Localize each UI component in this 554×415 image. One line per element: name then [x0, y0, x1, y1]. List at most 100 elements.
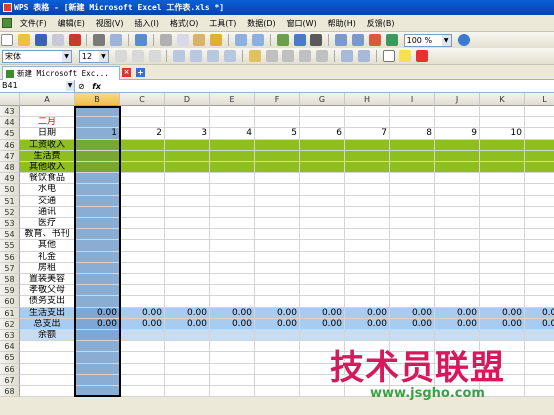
cell[interactable]: [300, 285, 345, 297]
cell[interactable]: [525, 218, 554, 230]
cell[interactable]: [300, 117, 345, 129]
cell[interactable]: [210, 330, 255, 342]
cell[interactable]: [435, 139, 480, 151]
cell[interactable]: 0.00: [390, 318, 435, 330]
cell[interactable]: [165, 150, 210, 162]
row-label-cell[interactable]: [20, 352, 75, 364]
cell[interactable]: [255, 330, 300, 342]
cell[interactable]: [165, 206, 210, 218]
cell[interactable]: [165, 285, 210, 297]
cell[interactable]: [120, 262, 165, 274]
row-label-cell[interactable]: 日期: [20, 128, 75, 140]
menu-app-icon[interactable]: [2, 18, 12, 28]
cell[interactable]: [435, 184, 480, 196]
cell[interactable]: 0.00: [255, 307, 300, 319]
align-left-icon[interactable]: [173, 50, 186, 62]
cell[interactable]: [345, 195, 390, 207]
column-header-c[interactable]: C: [120, 93, 165, 106]
row-header[interactable]: 66: [0, 363, 20, 375]
cell[interactable]: [390, 218, 435, 230]
cell[interactable]: [165, 274, 210, 286]
row-header[interactable]: 64: [0, 341, 20, 353]
decrease-indent-icon[interactable]: [340, 50, 353, 62]
menu-window[interactable]: 窗口(W): [283, 15, 321, 31]
menu-tools[interactable]: 工具(T): [205, 15, 240, 31]
column-header-k[interactable]: K: [480, 93, 525, 106]
cell[interactable]: 0.00: [210, 307, 255, 319]
row-label-cell[interactable]: [20, 341, 75, 353]
cell[interactable]: [75, 386, 120, 398]
cell[interactable]: 0.00: [210, 318, 255, 330]
row-header[interactable]: 65: [0, 352, 20, 364]
menu-edit[interactable]: 编辑(E): [54, 15, 89, 31]
cell[interactable]: [75, 274, 120, 286]
borders-icon[interactable]: [382, 50, 395, 62]
cell[interactable]: [390, 240, 435, 252]
cell[interactable]: [75, 173, 120, 185]
cell[interactable]: [75, 240, 120, 252]
row-label-cell[interactable]: 餐饮食品: [20, 173, 75, 185]
cell[interactable]: [165, 139, 210, 151]
cell[interactable]: [75, 352, 120, 364]
cell[interactable]: 0.00: [120, 318, 165, 330]
cell[interactable]: [255, 195, 300, 207]
cell[interactable]: [75, 229, 120, 241]
column-header-l[interactable]: L: [525, 93, 554, 106]
row-label-cell[interactable]: 债务支出: [20, 296, 75, 308]
menu-file[interactable]: 文件(F): [16, 15, 51, 31]
column-header-h[interactable]: H: [345, 93, 390, 106]
cell[interactable]: [480, 296, 525, 308]
row-header[interactable]: 50: [0, 184, 20, 196]
cell[interactable]: 0.00: [345, 307, 390, 319]
fx-icon[interactable]: fx: [92, 82, 101, 91]
cell[interactable]: [300, 240, 345, 252]
cell[interactable]: [120, 184, 165, 196]
row-header[interactable]: 55: [0, 240, 20, 252]
cell[interactable]: [525, 139, 554, 151]
cell[interactable]: [210, 173, 255, 185]
cell[interactable]: [120, 240, 165, 252]
open-icon[interactable]: [17, 34, 30, 46]
cell[interactable]: [390, 173, 435, 185]
row-header[interactable]: 61: [0, 307, 20, 319]
cell[interactable]: [210, 218, 255, 230]
row-header[interactable]: 62: [0, 318, 20, 330]
cell[interactable]: [120, 162, 165, 174]
cell[interactable]: [75, 117, 120, 129]
row-header[interactable]: 56: [0, 251, 20, 263]
column-header-f[interactable]: F: [255, 93, 300, 106]
row-header[interactable]: 52: [0, 206, 20, 218]
row-label-cell[interactable]: 总支出: [20, 318, 75, 330]
font-color-icon[interactable]: [416, 50, 429, 62]
cell[interactable]: 0.00: [300, 307, 345, 319]
cell[interactable]: [165, 296, 210, 308]
cell[interactable]: 3: [165, 128, 210, 140]
row-header[interactable]: 47: [0, 150, 20, 162]
cell[interactable]: [345, 251, 390, 263]
cell[interactable]: [525, 330, 554, 342]
row-header[interactable]: 63: [0, 330, 20, 342]
cell[interactable]: [300, 106, 345, 118]
cell[interactable]: [345, 173, 390, 185]
cell[interactable]: [435, 240, 480, 252]
cell[interactable]: [120, 386, 165, 398]
cell[interactable]: [300, 162, 345, 174]
cell[interactable]: [210, 274, 255, 286]
currency-icon[interactable]: [248, 50, 261, 62]
cell[interactable]: [165, 374, 210, 386]
new-icon[interactable]: [1, 34, 13, 46]
cell[interactable]: 0.00: [480, 307, 525, 319]
row-label-cell[interactable]: 礼金: [20, 251, 75, 263]
cell[interactable]: [390, 162, 435, 174]
cell[interactable]: [345, 240, 390, 252]
row-label-cell[interactable]: 余额: [20, 330, 75, 342]
cell[interactable]: [120, 106, 165, 118]
cell[interactable]: 10: [480, 128, 525, 140]
cell[interactable]: [120, 173, 165, 185]
chevron-down-icon[interactable]: ▼: [98, 51, 108, 62]
fill-color-icon[interactable]: [399, 50, 412, 62]
cell[interactable]: [165, 330, 210, 342]
cell[interactable]: [300, 139, 345, 151]
cell[interactable]: [120, 285, 165, 297]
cell[interactable]: [120, 117, 165, 129]
